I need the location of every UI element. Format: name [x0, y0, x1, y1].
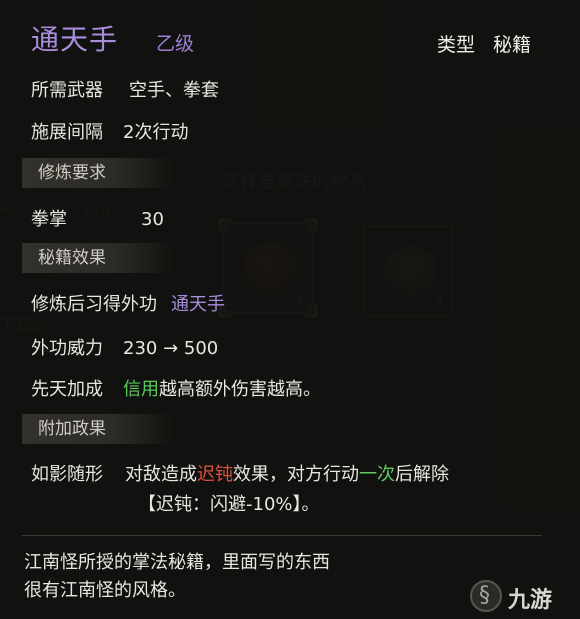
item-grade: 乙级 [156, 33, 195, 55]
extra-text: 效果，对方行动 [233, 464, 359, 485]
power-label: 外功威力 [31, 338, 103, 359]
requirement-value: 30 [141, 209, 164, 230]
requirement-label: 拳掌 [31, 209, 67, 230]
item-type: 类型 秘籍 [437, 30, 531, 57]
item-tooltip: 通天手 乙级 类型 秘籍 所需武器 空手、拳套 施展间隔 2次行动 修炼要求 拳掌 30… [0, 0, 580, 619]
innate-text: 越高额外伤害越高。 [159, 379, 321, 400]
extra-detail: 【迟钝：闪避-10%】。 [138, 494, 320, 515]
extra-row: 如影随形 对敌造成迟钝效果，对方行动一次后解除 [31, 460, 449, 486]
power-value: 230 → 500 [123, 338, 219, 359]
divider [22, 535, 542, 536]
interval-row: 施展间隔 2次行动 [31, 118, 188, 144]
innate-row: 先天加成 信用越高额外伤害越高。 [31, 375, 321, 401]
weapon-row: 所需武器 空手、拳套 [31, 76, 219, 102]
learn-value: 通天手 [171, 294, 225, 315]
watermark-text: 九游 [508, 588, 553, 613]
learn-row: 修炼后习得外功 通天手 [31, 290, 225, 316]
watermark: 九游 [470, 578, 574, 614]
extra-text: 对敌造成 [125, 464, 197, 485]
game-screen: 选择要赠送的物品 +10 R 下幕助 1 3 通天手 乙级 类型秘籍 所需武器空… [0, 0, 580, 619]
innate-label: 先天加成 [31, 379, 103, 400]
item-name: 通天手 [31, 23, 119, 56]
weapon-label: 所需武器 [31, 80, 103, 101]
section-header-extra: 附加政果 [22, 414, 174, 444]
requirement-row: 拳掌 30 [31, 205, 164, 231]
section-header-effect: 秘籍效果 [22, 243, 174, 273]
item-description-line: 江南怪所授的掌法秘籍，里面写的东西 [24, 552, 330, 573]
extra-text: 后解除 [395, 464, 449, 485]
type-label: 类型 [437, 34, 476, 56]
power-row: 外功威力 230 → 500 [31, 334, 218, 360]
innate-highlight: 信用 [123, 379, 159, 400]
extra-label: 如影随形 [31, 464, 103, 485]
watermark-logo-icon [470, 580, 502, 612]
extra-turns: 一次 [359, 464, 395, 485]
interval-label: 施展间隔 [31, 122, 103, 143]
extra-status-name: 迟钝 [197, 464, 233, 485]
interval-value: 2次行动 [123, 122, 189, 143]
type-value: 秘籍 [493, 34, 532, 56]
section-header-requirement: 修炼要求 [22, 158, 174, 188]
item-description-line: 很有江南怪的风格。 [24, 580, 186, 601]
learn-label: 修炼后习得外功 [31, 294, 157, 315]
weapon-value: 空手、拳套 [129, 80, 219, 101]
